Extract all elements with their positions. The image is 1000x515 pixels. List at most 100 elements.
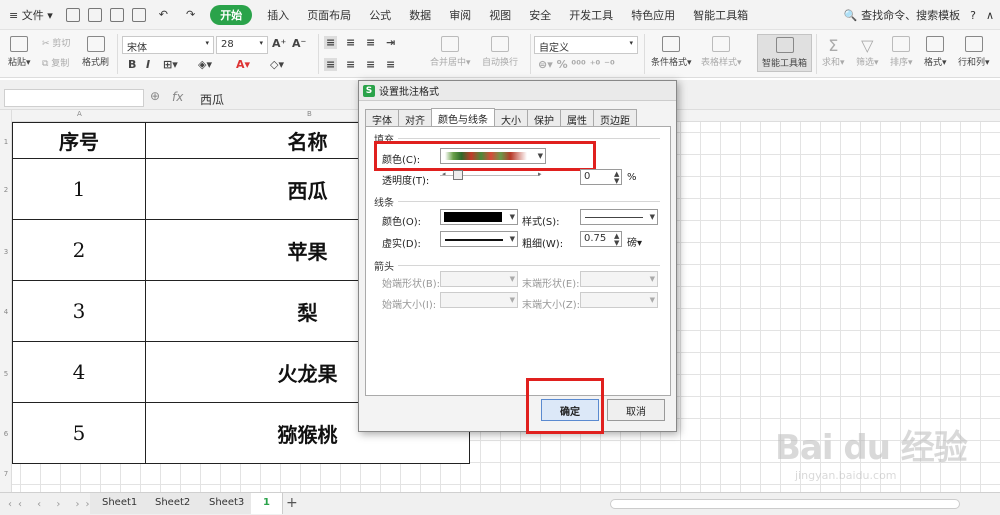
- font-name-select[interactable]: 宋体 ▾: [122, 36, 214, 54]
- table-cell[interactable]: 5: [12, 402, 146, 464]
- font-size-select[interactable]: 28 ▾: [216, 36, 268, 54]
- smart-toolbox-button[interactable]: 智能工具箱: [757, 34, 813, 72]
- row-header[interactable]: 5: [0, 370, 12, 378]
- tab-data[interactable]: 数据: [400, 7, 440, 23]
- row-header[interactable]: 2: [0, 186, 12, 194]
- format-button[interactable]: 格式▾: [924, 36, 947, 68]
- column-header-b[interactable]: B: [307, 110, 312, 122]
- collapse-icon[interactable]: ∧: [986, 9, 994, 22]
- filter-button[interactable]: ▽ 筛选▾: [856, 36, 879, 68]
- tab-security[interactable]: 安全: [520, 7, 560, 23]
- wrap-button[interactable]: 自动换行: [482, 36, 518, 68]
- indent-icon[interactable]: ⇥: [386, 36, 395, 49]
- clear-icon[interactable]: ◇▾: [270, 58, 284, 71]
- table-cell[interactable]: 1: [12, 158, 146, 220]
- paste-button[interactable]: 粘贴▾: [8, 36, 31, 68]
- add-sheet-button[interactable]: +: [286, 495, 298, 511]
- slider-left-arrow-icon[interactable]: ◂: [442, 170, 446, 178]
- align-bottom-icon[interactable]: ≡: [366, 36, 375, 49]
- fill-color-icon[interactable]: ◈▾: [198, 58, 212, 71]
- file-menu[interactable]: ≡ 文件 ▾: [0, 7, 62, 23]
- align-middle-icon[interactable]: ≡: [346, 36, 355, 49]
- tab-review[interactable]: 审阅: [440, 7, 480, 23]
- print-icon[interactable]: [109, 7, 124, 22]
- sheet-tab[interactable]: Sheet2: [143, 493, 204, 514]
- tab-developer[interactable]: 开发工具: [560, 7, 622, 23]
- tab-properties[interactable]: 属性: [560, 109, 594, 127]
- copy-button[interactable]: ⧉ 复制: [42, 56, 69, 69]
- tab-margins[interactable]: 页边距: [593, 109, 637, 127]
- table-cell[interactable]: 4: [12, 341, 146, 403]
- sort-button[interactable]: 排序▾: [890, 36, 913, 68]
- tab-insert[interactable]: 插入: [258, 7, 298, 23]
- tab-formula[interactable]: 公式: [360, 7, 400, 23]
- formula-content[interactable]: 西瓜: [200, 91, 224, 108]
- horizontal-scrollbar[interactable]: [610, 499, 960, 509]
- align-right-icon[interactable]: ≡: [366, 58, 375, 71]
- tab-alignment[interactable]: 对齐: [398, 109, 432, 127]
- end-size-dropdown[interactable]: ▼: [580, 292, 658, 308]
- table-cell[interactable]: 2: [12, 219, 146, 281]
- cancel-button[interactable]: 取消: [607, 399, 665, 421]
- align-left-icon[interactable]: ≡: [324, 58, 338, 71]
- end-style-dropdown[interactable]: ▼: [580, 271, 658, 287]
- help-icon[interactable]: ?: [970, 9, 976, 22]
- align-top-icon[interactable]: ≡: [324, 36, 338, 49]
- fx-icon[interactable]: fx: [172, 90, 183, 104]
- name-box[interactable]: [4, 89, 144, 107]
- transparency-slider-thumb[interactable]: [453, 170, 463, 180]
- conditional-format-button[interactable]: 条件格式▾: [651, 36, 692, 68]
- line-color-dropdown[interactable]: ▼: [440, 209, 518, 225]
- slider-right-arrow-icon[interactable]: ▸: [538, 170, 542, 178]
- percent-icon[interactable]: ⊜▾ % ⁰⁰⁰ ⁺⁰ ⁻⁰: [538, 58, 615, 71]
- tab-protection[interactable]: 保护: [527, 109, 561, 127]
- spinner-arrows-icon[interactable]: ▲ ▼: [614, 233, 619, 247]
- row-header[interactable]: 3: [0, 248, 12, 256]
- tab-font[interactable]: 字体: [365, 109, 399, 127]
- sheet-tab-active[interactable]: 1: [251, 493, 283, 514]
- begin-style-dropdown[interactable]: ▼: [440, 271, 518, 287]
- preview-icon[interactable]: [131, 7, 146, 22]
- number-format-select[interactable]: 自定义 ▾: [534, 36, 638, 54]
- tab-special[interactable]: 特色应用: [622, 7, 684, 23]
- align-center-icon[interactable]: ≡: [346, 58, 355, 71]
- tab-colors-lines[interactable]: 颜色与线条: [431, 108, 495, 126]
- export-icon[interactable]: [87, 7, 102, 22]
- redo-icon[interactable]: ↷: [177, 8, 204, 21]
- border-icon[interactable]: ⊞▾: [163, 58, 178, 71]
- search-command[interactable]: 🔍 查找命令、搜索模板: [844, 7, 960, 23]
- tab-size[interactable]: 大小: [494, 109, 528, 127]
- begin-size-dropdown[interactable]: ▼: [440, 292, 518, 308]
- table-cell[interactable]: 3: [12, 280, 146, 342]
- spinner-arrows-icon[interactable]: ▲ ▼: [614, 171, 619, 185]
- sheet-tab[interactable]: Sheet3: [197, 493, 258, 514]
- tab-start[interactable]: 开始: [210, 4, 253, 25]
- bold-icon[interactable]: B: [128, 58, 136, 71]
- row-header[interactable]: 6: [0, 430, 12, 438]
- sheet-tab[interactable]: Sheet1: [90, 493, 151, 514]
- row-col-button[interactable]: 行和列▾: [958, 36, 990, 68]
- table-style-button[interactable]: 表格样式▾: [701, 36, 742, 68]
- tab-view[interactable]: 视图: [480, 7, 520, 23]
- font-shrink-icon[interactable]: A⁻: [292, 37, 306, 50]
- undo-icon[interactable]: ↶: [150, 8, 177, 21]
- sheet-nav-arrows-icon[interactable]: ‹‹ ‹ › ››: [8, 499, 96, 510]
- row-header[interactable]: 4: [0, 308, 12, 316]
- tab-page-layout[interactable]: 页面布局: [298, 7, 360, 23]
- cut-button[interactable]: ✂ 剪切: [42, 36, 70, 49]
- column-header-a[interactable]: A: [77, 110, 82, 122]
- save-icon[interactable]: [65, 7, 80, 22]
- row-header[interactable]: 7: [0, 470, 12, 478]
- font-grow-icon[interactable]: A⁺: [272, 37, 286, 50]
- row-header[interactable]: 1: [0, 138, 12, 146]
- sum-button[interactable]: Σ 求和▾: [822, 36, 845, 68]
- tab-smart-toolbox[interactable]: 智能工具箱: [684, 7, 757, 23]
- italic-icon[interactable]: I: [146, 58, 150, 71]
- weight-unit-select[interactable]: 磅▾: [627, 234, 642, 249]
- justify-icon[interactable]: ≡: [386, 58, 395, 71]
- merge-center-button[interactable]: 合并居中▾: [430, 36, 471, 68]
- dialog-title-bar[interactable]: S 设置批注格式: [359, 81, 676, 101]
- table-header-cell[interactable]: 序号: [12, 122, 146, 159]
- line-style-dropdown[interactable]: ▼: [580, 209, 658, 225]
- zoom-formula-icon[interactable]: ⊕: [150, 89, 160, 103]
